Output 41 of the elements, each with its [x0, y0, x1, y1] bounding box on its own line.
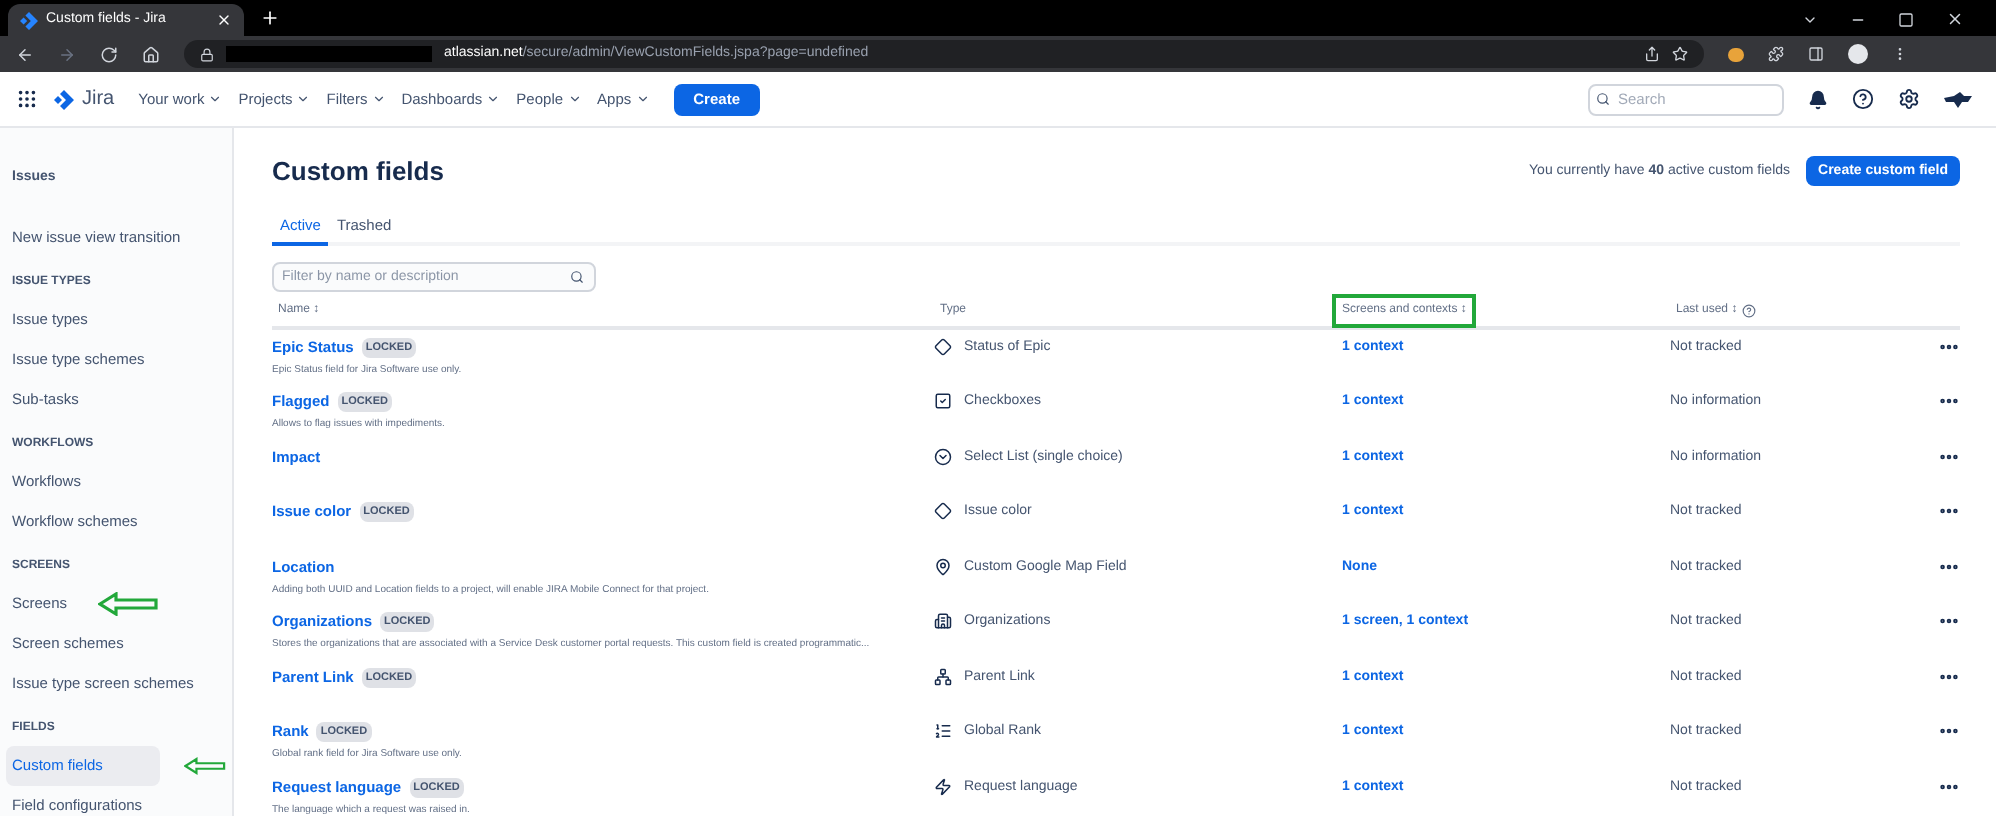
diamond-icon	[934, 502, 952, 521]
product-name: Jira	[82, 86, 115, 114]
chevron-down-icon	[296, 92, 311, 106]
maximize-icon[interactable]	[1898, 11, 1914, 27]
bell-icon[interactable]	[1808, 89, 1828, 109]
chevron-down-icon	[635, 92, 650, 106]
share-icon[interactable]	[1644, 46, 1660, 62]
help-icon[interactable]	[1852, 88, 1874, 110]
forward-icon[interactable]	[58, 45, 76, 63]
home-icon[interactable]	[142, 45, 160, 63]
chevron-down-icon	[208, 92, 223, 106]
numbered-list-icon	[934, 722, 952, 741]
close-icon[interactable]	[1946, 10, 1964, 28]
jira-logo-icon	[54, 89, 74, 109]
new-tab-icon[interactable]	[260, 8, 280, 28]
building-icon	[934, 612, 952, 631]
puzzle-icon[interactable]	[1768, 46, 1784, 62]
search-icon	[1596, 92, 1610, 106]
side-panel-icon[interactable]	[1808, 46, 1824, 62]
jira-logo-icon	[20, 11, 38, 29]
search-icon	[570, 269, 584, 284]
profile-avatar[interactable]	[1848, 44, 1868, 64]
dropdown-circle-icon	[934, 447, 952, 466]
page-title: Custom fields	[272, 154, 446, 190]
back-icon[interactable]	[16, 45, 34, 63]
chevron-down-icon	[567, 92, 582, 106]
extension-icon[interactable]	[1728, 47, 1744, 61]
profile-avatar[interactable]	[1944, 91, 1972, 107]
star-icon[interactable]	[1672, 46, 1688, 62]
jira-logo[interactable]: Jira	[54, 84, 115, 114]
lock-icon	[200, 47, 214, 61]
app-switcher-icon[interactable]	[16, 88, 38, 110]
reload-icon[interactable]	[100, 45, 118, 63]
settings-icon[interactable]	[1898, 88, 1920, 110]
hierarchy-icon	[934, 667, 952, 686]
map-pin-icon	[934, 557, 952, 576]
diamond-icon	[934, 337, 952, 356]
chevron-down-icon	[486, 92, 501, 106]
checkbox-icon	[934, 392, 952, 411]
lightning-icon	[934, 777, 952, 796]
chevron-down-icon	[371, 92, 386, 106]
